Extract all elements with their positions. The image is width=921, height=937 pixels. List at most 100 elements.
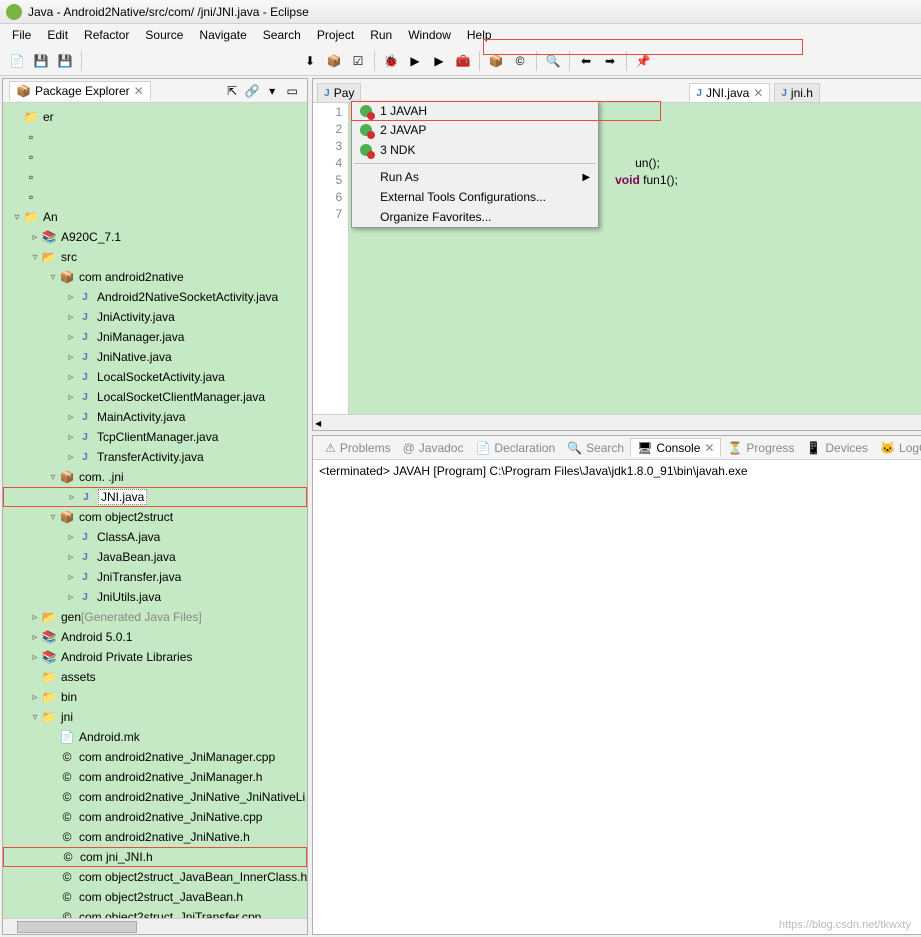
tree-item[interactable]: ▹📚Android Private Libraries	[3, 647, 307, 667]
expand-arrow-icon[interactable]: ▹	[65, 532, 77, 543]
tree-item[interactable]: ©com object2struct_JavaBean_InnerClass.h	[3, 867, 307, 887]
tree-item[interactable]: ©com jni_JNI.h	[3, 847, 307, 867]
save-button[interactable]: 💾	[30, 50, 52, 72]
run-button[interactable]: ▶	[404, 50, 426, 72]
close-icon[interactable]: ✕	[753, 86, 763, 100]
menu-file[interactable]: File	[4, 26, 39, 44]
menu-refactor[interactable]: Refactor	[76, 26, 137, 44]
tree-item[interactable]: ▹📁bin	[3, 687, 307, 707]
bottom-tab-logcat[interactable]: 🐱LogCat	[874, 439, 921, 457]
menu-edit[interactable]: Edit	[39, 26, 76, 44]
menu-item[interactable]: 1 JAVAH	[351, 101, 661, 121]
tree-item[interactable]: ▹JJniManager.java	[3, 327, 307, 347]
expand-arrow-icon[interactable]: ▹	[29, 612, 41, 623]
expand-arrow-icon[interactable]: ▹	[65, 312, 77, 323]
tree-item[interactable]: ©com android2native_JniNative.h	[3, 827, 307, 847]
tree-item[interactable]: ▹JJniTransfer.java	[3, 567, 307, 587]
tree-item[interactable]: ▹JTransferActivity.java	[3, 447, 307, 467]
tree[interactable]: 📁 er▫▫▫▫▿📁An▹📚A920C_7.1▿📂src▿📦com androi…	[3, 103, 307, 918]
menu-window[interactable]: Window	[400, 26, 459, 44]
tree-item[interactable]: ▿📁jni	[3, 707, 307, 727]
tree-item[interactable]: ▹JMainActivity.java	[3, 407, 307, 427]
tree-item[interactable]: ▫	[3, 127, 307, 147]
bottom-tabs[interactable]: ⚠Problems@Javadoc📄Declaration🔍Search🖥Con…	[313, 436, 921, 460]
console-body[interactable]: <terminated> JAVAH [Program] C:\Program …	[313, 460, 921, 934]
menu-source[interactable]: Source	[137, 26, 191, 44]
menu-search[interactable]: Search	[255, 26, 309, 44]
expand-arrow-icon[interactable]: ▹	[65, 292, 77, 303]
tree-item[interactable]: ▿📁An	[3, 207, 307, 227]
tree-item[interactable]: ▿📦com. .jni	[3, 467, 307, 487]
expand-arrow-icon[interactable]: ▿	[47, 512, 59, 523]
menu-item[interactable]: External Tools Configurations...	[352, 187, 598, 207]
expand-arrow-icon[interactable]: ▹	[29, 692, 41, 703]
tree-item[interactable]: ©com android2native_JniNative.cpp	[3, 807, 307, 827]
expand-arrow-icon[interactable]: ▹	[65, 392, 77, 403]
tree-item[interactable]: 📁assets	[3, 667, 307, 687]
bottom-tab-console[interactable]: 🖥Console ✕	[630, 438, 721, 457]
view-menu-icon[interactable]: ▾	[263, 82, 281, 100]
tree-item[interactable]: ▹📚A920C_7.1	[3, 227, 307, 247]
tree-item[interactable]: ©com object2struct_JavaBean.h	[3, 887, 307, 907]
editor-tab[interactable]: JPay	[317, 83, 361, 102]
expand-arrow-icon[interactable]: ▹	[29, 232, 41, 243]
menu-item[interactable]: Run As▶	[352, 167, 598, 187]
tree-item[interactable]: ©com android2native_JniNative_JniNativeL…	[3, 787, 307, 807]
tree-item[interactable]: ©com object2struct_JniTransfer.cpp	[3, 907, 307, 918]
menu-item[interactable]: 2 JAVAP	[352, 120, 598, 140]
tree-item[interactable]: ▹JClassA.java	[3, 527, 307, 547]
editor-h-scrollbar[interactable]: ◂	[313, 414, 921, 430]
tree-item[interactable]: ▫	[3, 147, 307, 167]
bottom-tab-declaration[interactable]: 📄Declaration	[469, 439, 561, 457]
run-last-button[interactable]: ▶	[428, 50, 450, 72]
debug-button[interactable]: 🐞	[380, 50, 402, 72]
tree-item[interactable]: ©com android2native_JniManager.cpp	[3, 747, 307, 767]
tree-item[interactable]: ▫	[3, 187, 307, 207]
tree-item[interactable]: ▹JJavaBean.java	[3, 547, 307, 567]
expand-arrow-icon[interactable]: ▹	[65, 592, 77, 603]
toolbar[interactable]: 📄 💾 💾 ⬇ 📦 ☑ 🐞 ▶ ▶ 🧰 📦 © 🔍 ⬅ ➡ 📌	[0, 46, 921, 76]
tb-btn-3[interactable]: ☑	[347, 50, 369, 72]
ext-tools-button[interactable]: 🧰	[452, 50, 474, 72]
tree-item[interactable]: ▿📦com object2struct	[3, 507, 307, 527]
minimize-icon[interactable]: ▭	[283, 82, 301, 100]
editor-tab[interactable]: Jjni.h	[774, 83, 820, 102]
tree-item[interactable]: ▹📂gen [Generated Java Files]	[3, 607, 307, 627]
editor-tabs[interactable]: JPay JJNI.java✕Jjni.h	[313, 79, 921, 103]
close-icon[interactable]: ✕	[134, 84, 144, 98]
close-icon[interactable]: ✕	[704, 441, 714, 455]
expand-arrow-icon[interactable]: ▹	[65, 432, 77, 443]
expand-arrow-icon[interactable]: ▹	[65, 352, 77, 363]
expand-arrow-icon[interactable]: ▹	[65, 412, 77, 423]
editor-tab[interactable]: JJNI.java✕	[689, 83, 770, 102]
bottom-tab-devices[interactable]: 📱Devices	[800, 439, 874, 457]
menu-item[interactable]: Organize Favorites...	[352, 207, 598, 227]
expand-arrow-icon[interactable]: ▹	[66, 492, 78, 503]
explorer-tab[interactable]: 📦 Package Explorer ✕	[9, 81, 151, 100]
tree-item[interactable]: ▹JLocalSocketActivity.java	[3, 367, 307, 387]
tb-btn-1[interactable]: ⬇	[299, 50, 321, 72]
expand-arrow-icon[interactable]: ▹	[65, 332, 77, 343]
tree-item[interactable]: ▿📦com android2native	[3, 267, 307, 287]
tree-item[interactable]: 📄Android.mk	[3, 727, 307, 747]
menu-item[interactable]: 3 NDK	[352, 140, 598, 160]
tree-item[interactable]: ▹JAndroid2NativeSocketActivity.java	[3, 287, 307, 307]
expand-arrow-icon[interactable]: ▿	[47, 472, 59, 483]
expand-arrow-icon[interactable]: ▹	[29, 652, 41, 663]
editor-body[interactable]: 1234567 un(); void fun1(); } 1 JAVAH2 JA…	[313, 103, 921, 414]
expand-arrow-icon[interactable]: ▿	[47, 272, 59, 283]
expand-arrow-icon[interactable]: ▿	[29, 712, 41, 723]
h-scrollbar[interactable]	[3, 918, 307, 934]
menu-run[interactable]: Run	[362, 26, 400, 44]
expand-arrow-icon[interactable]: ▿	[29, 252, 41, 263]
tree-item[interactable]: ▹JJniNative.java	[3, 347, 307, 367]
collapse-all-icon[interactable]: ⇱	[223, 82, 241, 100]
save-all-button[interactable]: 💾	[54, 50, 76, 72]
expand-arrow-icon[interactable]: ▹	[65, 372, 77, 383]
tree-item[interactable]: ▿📂src	[3, 247, 307, 267]
tree-item[interactable]: ▹📚Android 5.0.1	[3, 627, 307, 647]
expand-arrow-icon[interactable]: ▹	[29, 632, 41, 643]
bottom-tab-javadoc[interactable]: @Javadoc	[397, 439, 470, 457]
bottom-tab-search[interactable]: 🔍Search	[561, 439, 630, 457]
menu-project[interactable]: Project	[309, 26, 362, 44]
